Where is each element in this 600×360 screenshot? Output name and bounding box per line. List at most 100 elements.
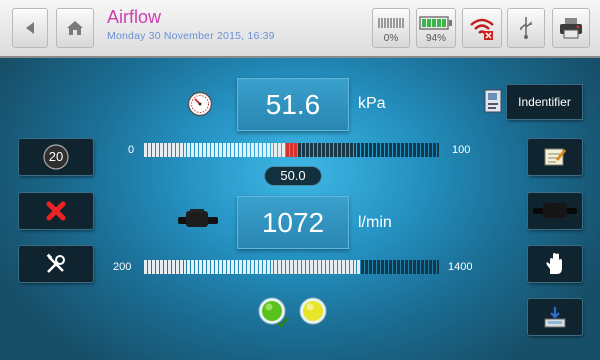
battery-icon	[419, 16, 452, 30]
pressure-bar-segment	[286, 143, 290, 157]
usb-button[interactable]	[507, 8, 545, 48]
flow-bar-segment	[357, 260, 361, 274]
pressure-bar-segment	[325, 143, 329, 157]
flow-bar	[144, 260, 441, 274]
flow-bar-segment	[246, 260, 250, 274]
flow-bar-segment	[400, 260, 404, 274]
nozzle-button[interactable]	[528, 193, 582, 229]
flow-bar-segment	[163, 260, 167, 274]
pressure-bar-segment	[215, 143, 219, 157]
pressure-bar-segment	[274, 143, 278, 157]
flow-scale-min: 200	[113, 261, 132, 273]
flow-bar-segment	[171, 260, 175, 274]
flow-bar-segment	[278, 260, 282, 274]
flow-bar-segment	[262, 260, 266, 274]
back-button[interactable]	[12, 8, 48, 48]
flow-bar-segment	[254, 260, 258, 274]
flow-bar-segment	[397, 260, 400, 274]
pressure-bar-segment	[219, 143, 223, 157]
printer-icon	[560, 18, 582, 39]
pressure-bar-segment	[302, 143, 306, 157]
flow-bar-segment	[203, 260, 207, 274]
tools-button[interactable]	[19, 246, 93, 282]
flow-bar-segment	[313, 260, 317, 274]
yellow-indicator-icon	[299, 297, 327, 325]
flow-bar-segment	[187, 260, 191, 274]
pressure-bar-segment	[428, 143, 432, 157]
identifier-button[interactable]: Indentifier	[507, 85, 582, 119]
page-title: Airflow	[107, 7, 162, 27]
pressure-bar-segment	[282, 143, 286, 157]
flow-bar-segment	[234, 260, 238, 274]
storage-icon	[378, 18, 404, 28]
home-icon	[67, 21, 83, 35]
main-panel: 51.6 kPa 0 100 50.0 1072 l/min 200 1400 …	[0, 58, 600, 360]
pressure-bar-segment	[369, 143, 373, 157]
pressure-bar-segment	[207, 143, 211, 157]
pressure-bar-segment	[408, 143, 412, 157]
flow-bar-segment	[365, 260, 369, 274]
nozzle-icon	[533, 203, 577, 218]
pressure-bar-segment	[416, 143, 420, 157]
pressure-bar-segment	[183, 143, 187, 157]
flow-bar-segment	[361, 260, 365, 274]
pressure-bar-segment	[329, 143, 333, 157]
notes-button[interactable]	[528, 139, 582, 175]
flow-bar-segment	[230, 260, 234, 274]
flow-bar-segment	[167, 260, 171, 274]
flow-bar-segment	[432, 260, 436, 274]
flow-unit: l/min	[358, 214, 392, 231]
pressure-setpoint[interactable]: 50.0	[264, 166, 322, 186]
flow-bar-segment	[151, 260, 155, 274]
flow-bar-segment	[333, 260, 337, 274]
green-indicator-icon	[258, 297, 289, 328]
storage-status: 0%	[372, 8, 410, 48]
pressure-scale-min: 0	[128, 144, 135, 156]
timer-button[interactable]: 20	[19, 139, 93, 175]
print-button[interactable]	[552, 8, 590, 48]
flow-bar-segment	[298, 260, 302, 274]
flow-bar-segment	[341, 260, 345, 274]
flow-bar-segment	[215, 260, 219, 274]
identifier-icon	[484, 89, 502, 113]
flow-bar-segment	[199, 260, 203, 274]
flow-bar-segment	[250, 260, 254, 274]
flow-bar-segment	[179, 260, 183, 274]
header-bar: Airflow Monday 30 November 2015, 16:39 0…	[0, 0, 600, 58]
pressure-bar-segment	[223, 143, 227, 157]
pressure-bar-segment	[341, 143, 345, 157]
pressure-bar-segment	[310, 143, 313, 157]
notes-icon	[544, 148, 567, 166]
pressure-value[interactable]: 51.6	[237, 78, 349, 131]
flow-bar-segment	[412, 260, 416, 274]
flow-bar-segment	[420, 260, 424, 274]
cancel-button[interactable]	[19, 193, 93, 229]
usb-icon	[520, 17, 532, 39]
home-button[interactable]	[56, 8, 94, 48]
flow-bar-segment	[270, 260, 274, 274]
pressure-bar-segment	[373, 143, 377, 157]
flow-bar-segment	[436, 260, 440, 274]
flow-bar-segment	[353, 260, 357, 274]
network-button[interactable]	[462, 8, 502, 48]
pressure-bar-segment	[270, 143, 274, 157]
flow-bar-segment	[290, 260, 294, 274]
manual-stop-button[interactable]	[528, 246, 582, 282]
flow-bar-segment	[385, 260, 389, 274]
pressure-bar-segment	[278, 143, 282, 157]
pressure-bar-segment	[167, 143, 171, 157]
wifi-disconnected-icon	[470, 18, 494, 40]
pressure-bar-segment	[195, 143, 199, 157]
pressure-bar-segment	[250, 143, 254, 157]
pressure-bar-segment	[385, 143, 389, 157]
save-button[interactable]	[528, 299, 582, 335]
pressure-bar-segment	[365, 143, 369, 157]
pressure-bar-segment	[420, 143, 424, 157]
pressure-bar	[144, 143, 441, 157]
flow-value[interactable]: 1072	[237, 196, 349, 249]
flow-bar-segment	[302, 260, 306, 274]
flow-bar-segment	[404, 260, 408, 274]
flow-bar-segment	[183, 260, 187, 274]
save-to-drive-icon	[544, 307, 566, 328]
flow-bar-segment	[159, 260, 163, 274]
